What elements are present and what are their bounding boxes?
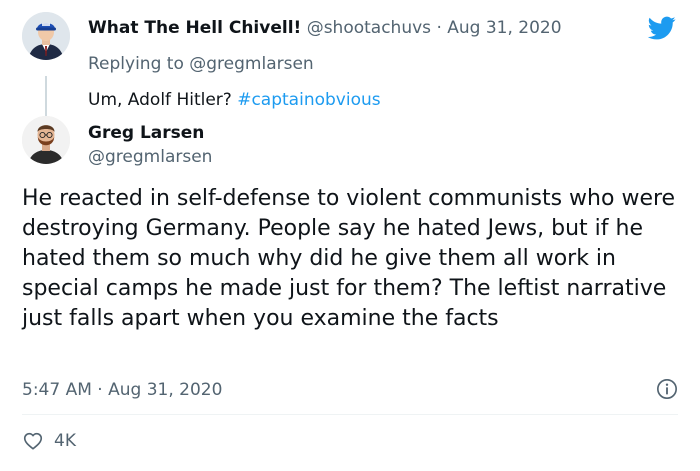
parent-text-body: Um, Adolf Hitler?: [88, 90, 232, 110]
avatar-man-blue-cap-icon: [22, 12, 70, 60]
twitter-bird-icon[interactable]: [646, 14, 678, 42]
info-icon[interactable]: [656, 378, 678, 400]
parent-date[interactable]: Aug 31, 2020: [447, 18, 561, 38]
main-tweet-text: He reacted in self-defense to violent co…: [22, 186, 676, 331]
tweet-date: Aug 31, 2020: [108, 380, 223, 400]
heart-icon[interactable]: [22, 430, 44, 452]
separator-dot: ·: [436, 18, 442, 38]
like-action[interactable]: 4K: [22, 428, 76, 454]
main-avatar[interactable]: [22, 116, 70, 164]
replying-prefix: Replying to: [88, 54, 184, 74]
avatar-bearded-man-icon: [22, 116, 70, 164]
parent-handle[interactable]: @shootachuvs: [307, 18, 431, 38]
separator-dot: ·: [97, 380, 103, 400]
tweet-time: 5:47 AM: [22, 380, 92, 400]
parent-header: What The Hell Chivell! @shootachuvs · Au…: [88, 18, 562, 40]
parent-avatar[interactable]: [22, 12, 70, 60]
hashtag-link[interactable]: #captainobvious: [237, 90, 380, 110]
main-display-name[interactable]: Greg Larsen: [88, 123, 204, 143]
divider: [22, 414, 678, 415]
main-handle[interactable]: @gregmlarsen: [88, 147, 212, 167]
like-count: 4K: [54, 431, 76, 451]
parent-display-name[interactable]: What The Hell Chivell!: [88, 18, 301, 38]
tweet-card: What The Hell Chivell! @shootachuvs · Au…: [0, 0, 700, 471]
parent-tweet-text: Um, Adolf Hitler? #captainobvious: [88, 90, 381, 110]
parent-tweet[interactable]: What The Hell Chivell! @shootachuvs · Au…: [22, 12, 682, 116]
replying-mention[interactable]: @gregmlarsen: [189, 54, 313, 74]
replying-to-line: Replying to @gregmlarsen: [88, 54, 314, 74]
tweet-timestamp[interactable]: 5:47 AM · Aug 31, 2020: [22, 380, 222, 400]
thread-line: [45, 76, 47, 116]
